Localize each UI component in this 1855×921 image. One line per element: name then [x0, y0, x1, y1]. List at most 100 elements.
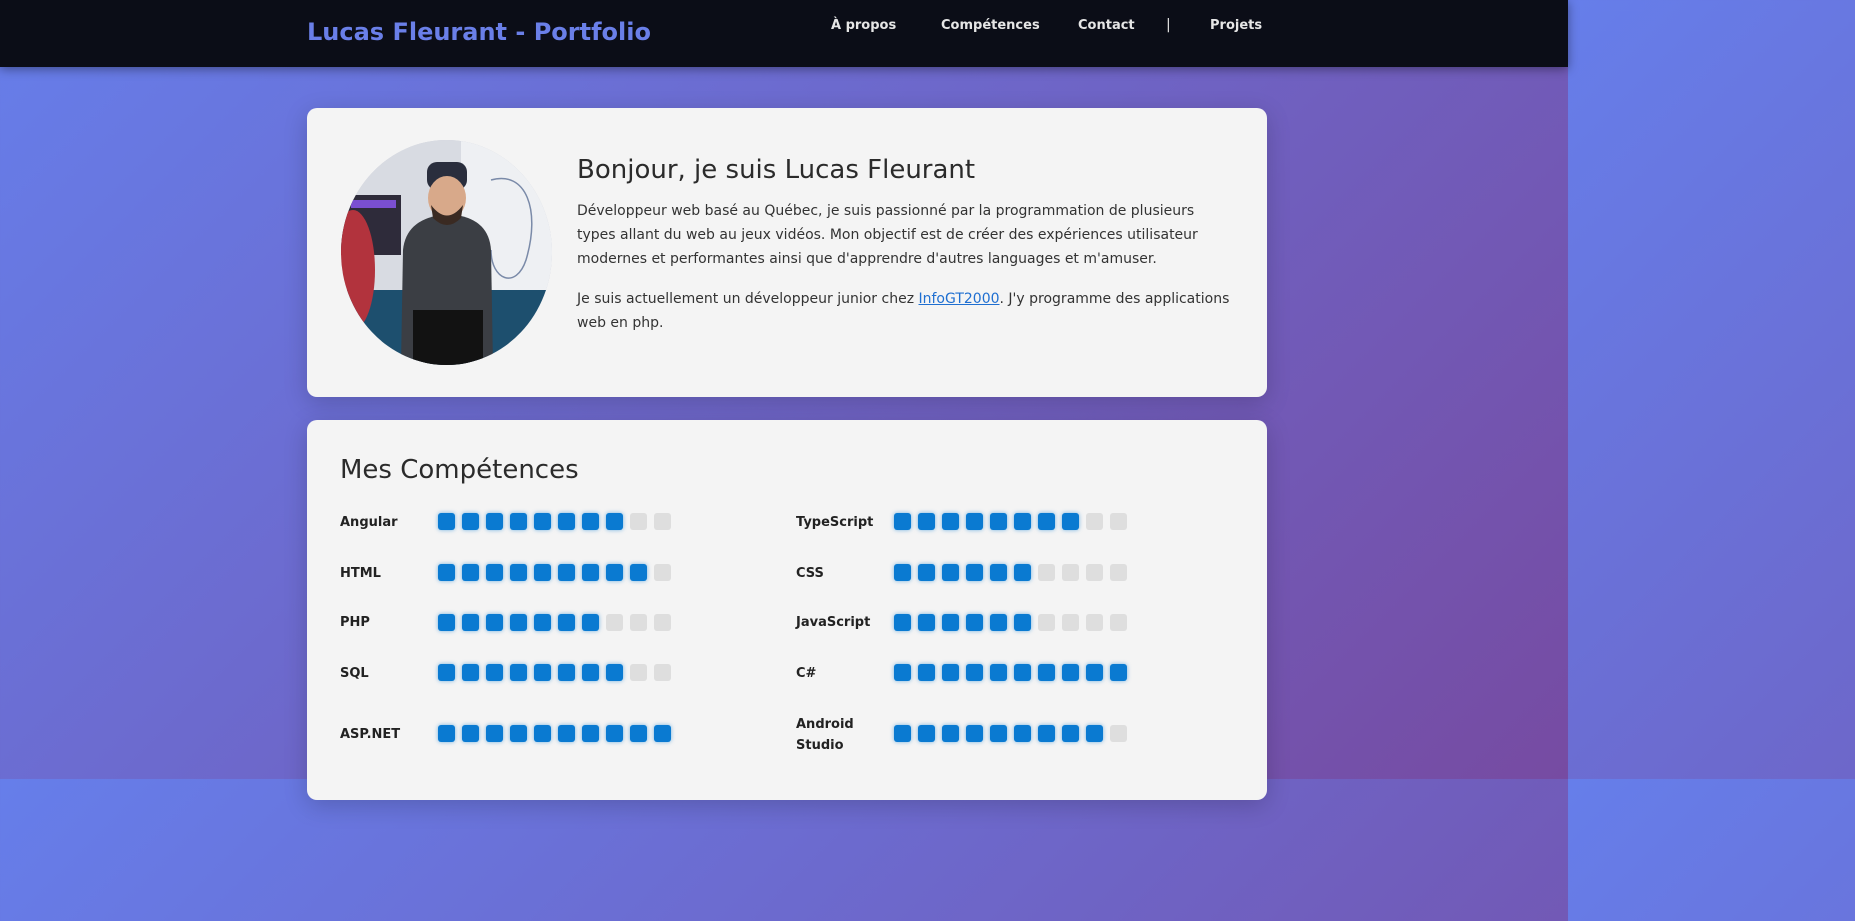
- skill-level-filled: [894, 513, 911, 530]
- skill-level-filled: [1038, 725, 1055, 742]
- skill-level-empty: [630, 513, 647, 530]
- skill-level-filled: [654, 725, 671, 742]
- about-paragraph-job: Je suis actuellement un développeur juni…: [577, 287, 1237, 335]
- about-card: Bonjour, je suis Lucas Fleurant Développ…: [307, 108, 1267, 397]
- skill-level-empty: [1062, 564, 1079, 581]
- skill-level-filled: [462, 564, 479, 581]
- skill-level-filled: [990, 725, 1007, 742]
- skill-level-filled: [558, 725, 575, 742]
- skill-level-empty: [606, 614, 623, 631]
- skill-level-filled: [990, 513, 1007, 530]
- skill-level-filled: [582, 664, 599, 681]
- skill-bar-csharp: [894, 664, 1127, 681]
- about-paragraph-intro: Développeur web basé au Québec, je suis …: [577, 203, 1198, 267]
- skill-level-filled: [438, 564, 455, 581]
- skill-bar-javascript: [894, 614, 1127, 631]
- skill-bar-angular: [438, 513, 671, 530]
- skill-level-empty: [630, 614, 647, 631]
- skill-level-filled: [894, 614, 911, 631]
- skill-level-filled: [438, 725, 455, 742]
- skill-bar-typescript: [894, 513, 1127, 530]
- skill-level-filled: [990, 564, 1007, 581]
- skill-level-filled: [1014, 664, 1031, 681]
- skill-level-filled: [918, 614, 935, 631]
- skill-level-filled: [534, 664, 551, 681]
- skill-level-filled: [438, 614, 455, 631]
- skill-level-empty: [1086, 614, 1103, 631]
- about-paragraph-job-text: Je suis actuellement un développeur juni…: [577, 291, 919, 307]
- skill-label-javascript: JavaScript: [796, 615, 871, 630]
- skill-level-empty: [1086, 513, 1103, 530]
- nav-link-skills[interactable]: Compétences: [941, 18, 1040, 33]
- skill-level-filled: [918, 664, 935, 681]
- skill-level-filled: [966, 513, 983, 530]
- skill-level-empty: [1110, 513, 1127, 530]
- nav-link-projects[interactable]: Projets: [1210, 18, 1262, 33]
- skill-label-csharp: C#: [796, 666, 817, 681]
- skill-level-filled: [462, 725, 479, 742]
- skill-level-filled: [966, 614, 983, 631]
- skill-level-filled: [942, 664, 959, 681]
- skill-level-filled: [582, 614, 599, 631]
- skill-level-filled: [1014, 614, 1031, 631]
- skill-level-filled: [438, 664, 455, 681]
- nav-link-contact[interactable]: Contact: [1078, 18, 1135, 33]
- skill-level-empty: [654, 564, 671, 581]
- skill-level-filled: [606, 725, 623, 742]
- skill-level-filled: [1110, 664, 1127, 681]
- skill-level-filled: [1086, 725, 1103, 742]
- skill-level-filled: [942, 513, 959, 530]
- skill-label-sql: SQL: [340, 666, 369, 681]
- skill-level-empty: [654, 513, 671, 530]
- skill-level-filled: [558, 664, 575, 681]
- skill-bar-sql: [438, 664, 671, 681]
- skill-level-filled: [630, 725, 647, 742]
- profile-photo: [341, 140, 552, 365]
- skill-level-filled: [438, 513, 455, 530]
- skill-bar-aspnet: [438, 725, 671, 742]
- skill-level-filled: [606, 513, 623, 530]
- skill-level-filled: [510, 513, 527, 530]
- skill-level-filled: [534, 614, 551, 631]
- skill-level-filled: [510, 614, 527, 631]
- skill-level-filled: [510, 564, 527, 581]
- skill-level-filled: [918, 725, 935, 742]
- site-brand[interactable]: Lucas Fleurant - Portfolio: [307, 18, 651, 46]
- skill-level-empty: [1110, 725, 1127, 742]
- skill-level-filled: [510, 725, 527, 742]
- skill-label-android-studio: Android Studio: [796, 717, 854, 753]
- skill-level-filled: [462, 614, 479, 631]
- skills-heading: Mes Compétences: [340, 455, 579, 485]
- skill-level-filled: [486, 513, 503, 530]
- skill-bar-html: [438, 564, 671, 581]
- skill-level-filled: [990, 614, 1007, 631]
- skill-level-filled: [1062, 664, 1079, 681]
- skill-label-aspnet: ASP.NET: [340, 727, 401, 742]
- employer-link[interactable]: InfoGT2000: [919, 291, 1000, 307]
- skill-level-filled: [894, 725, 911, 742]
- skill-label-css: CSS: [796, 566, 824, 581]
- skill-level-filled: [1062, 513, 1079, 530]
- skill-level-filled: [1014, 725, 1031, 742]
- skill-level-filled: [462, 664, 479, 681]
- skill-level-filled: [558, 614, 575, 631]
- skill-bar-css: [894, 564, 1127, 581]
- skill-level-filled: [966, 564, 983, 581]
- nav-link-about[interactable]: À propos: [831, 18, 896, 33]
- skill-level-empty: [654, 614, 671, 631]
- skill-level-filled: [1038, 513, 1055, 530]
- skill-level-filled: [942, 614, 959, 631]
- skill-level-filled: [582, 725, 599, 742]
- skill-level-filled: [606, 664, 623, 681]
- skill-level-filled: [1062, 725, 1079, 742]
- skill-level-filled: [1086, 664, 1103, 681]
- skill-level-empty: [1038, 564, 1055, 581]
- skill-level-empty: [630, 664, 647, 681]
- skill-level-filled: [990, 664, 1007, 681]
- skill-level-filled: [966, 725, 983, 742]
- skill-level-filled: [894, 564, 911, 581]
- skill-level-filled: [486, 614, 503, 631]
- skill-level-filled: [534, 564, 551, 581]
- skill-level-filled: [534, 513, 551, 530]
- skill-label-php: PHP: [340, 615, 370, 630]
